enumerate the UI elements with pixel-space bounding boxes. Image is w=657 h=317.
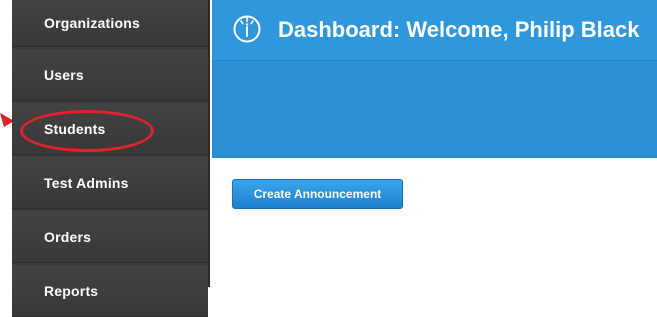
sidebar-item-test-admins[interactable]: Test Admins — [12, 157, 208, 209]
sidebar-item-label: Reports — [44, 282, 99, 299]
page-title: Dashboard: Welcome, Philip Black — [278, 17, 640, 42]
sidebar-item-users[interactable]: Users — [12, 49, 208, 101]
sidebar-item-reports[interactable]: Reports — [12, 265, 208, 317]
sidebar-item-label: Organizations — [44, 15, 140, 31]
sidebar: Organizations Users Students Test Admins… — [12, 0, 210, 317]
sidebar-item-students[interactable]: Students — [12, 103, 208, 155]
sidebar-item-orders[interactable]: Orders — [12, 211, 208, 263]
page-header: Dashboard: Welcome, Philip Black — [212, 0, 657, 158]
info-circle-icon — [233, 15, 261, 43]
sidebar-item-label: Orders — [44, 228, 92, 245]
sidebar-item-organizations[interactable]: Organizations — [12, 0, 208, 47]
sidebar-item-label: Students — [44, 120, 106, 137]
left-gutter — [0, 0, 12, 287]
header-title-bar: Dashboard: Welcome, Philip Black — [212, 0, 657, 61]
sidebar-item-label: Test Admins — [44, 174, 129, 191]
create-announcement-button[interactable]: Create Announcement — [232, 179, 403, 209]
sidebar-item-label: Users — [44, 66, 84, 83]
main-content: Create Announcement — [212, 158, 657, 287]
